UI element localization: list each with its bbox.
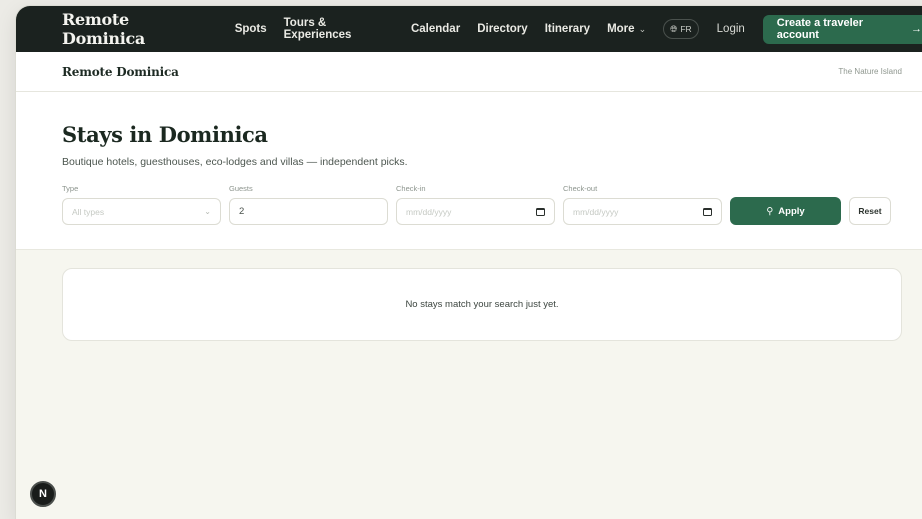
nav-link-tours[interactable]: Tours & Experiences (284, 17, 394, 41)
apply-label: Apply (778, 205, 805, 217)
arrow-right-icon: → (911, 23, 922, 35)
brand-logo[interactable]: Remote Dominica (62, 10, 213, 48)
framework-badge[interactable]: N (30, 481, 56, 507)
type-select[interactable]: All types ⌄ (62, 198, 221, 225)
guests-filter: Guests 2 (229, 184, 388, 225)
type-filter: Type All types ⌄ (62, 184, 221, 225)
checkout-label: Check-out (563, 184, 598, 193)
type-select-value: All types (72, 206, 105, 217)
globe-icon: 🌐︎ (670, 23, 678, 34)
apply-button[interactable]: ⚲︎ Apply (730, 197, 841, 225)
sub-header: Remote Dominica The Nature Island (16, 52, 922, 92)
top-navigation: Remote Dominica Spots Tours & Experience… (16, 6, 922, 52)
reset-button[interactable]: Reset (849, 197, 891, 225)
nav-link-itinerary[interactable]: Itinerary (545, 23, 590, 35)
search-icon: ⚲︎ (766, 205, 774, 217)
app-window: Remote Dominica Spots Tours & Experience… (16, 6, 922, 519)
chevron-down-icon: ⌄ (204, 207, 211, 216)
guests-label: Guests (229, 184, 253, 193)
results-area: No stays match your search just yet. (16, 250, 922, 341)
empty-results-card: No stays match your search just yet. (62, 268, 902, 341)
stays-hero: Stays in Dominica Boutique hotels, guest… (16, 92, 922, 250)
chevron-down-icon: ⌄ (638, 23, 647, 34)
sub-header-brand[interactable]: Remote Dominica (62, 65, 179, 79)
nav-more-label: More (607, 23, 635, 35)
page-title: Stays in Dominica (62, 122, 268, 147)
create-account-button[interactable]: Create a traveler account → (762, 14, 922, 44)
login-link[interactable]: Login (717, 23, 745, 35)
sub-header-tagline: The Nature Island (838, 67, 902, 76)
language-switch[interactable]: 🌐︎ FR (663, 19, 699, 39)
nav-link-spots[interactable]: Spots (235, 23, 267, 35)
checkin-filter: Check-in mm/dd/yyyy (396, 184, 555, 225)
checkin-date-input[interactable]: mm/dd/yyyy (396, 198, 555, 225)
checkout-date-input[interactable]: mm/dd/yyyy (563, 198, 722, 225)
calendar-icon[interactable] (703, 207, 712, 216)
create-account-label: Create a traveler account (776, 17, 864, 41)
guests-input[interactable]: 2 (229, 198, 388, 225)
nav-more-dropdown[interactable]: More ⌄ (607, 23, 646, 35)
language-label: FR (680, 24, 692, 34)
guests-input-value: 2 (239, 206, 245, 217)
calendar-icon[interactable] (536, 207, 545, 216)
type-label: Type (62, 184, 79, 193)
page-subtitle: Boutique hotels, guesthouses, eco-lodges… (62, 156, 408, 168)
checkin-placeholder: mm/dd/yyyy (406, 206, 452, 217)
checkin-label: Check-in (396, 184, 426, 193)
checkout-filter: Check-out mm/dd/yyyy (563, 184, 722, 225)
search-filters: Type All types ⌄ Guests 2 Check-in mm/dd… (62, 184, 902, 225)
empty-results-message: No stays match your search just yet. (405, 299, 559, 310)
nav-link-directory[interactable]: Directory (477, 23, 528, 35)
nav-link-calendar[interactable]: Calendar (411, 23, 460, 35)
checkout-placeholder: mm/dd/yyyy (573, 206, 619, 217)
